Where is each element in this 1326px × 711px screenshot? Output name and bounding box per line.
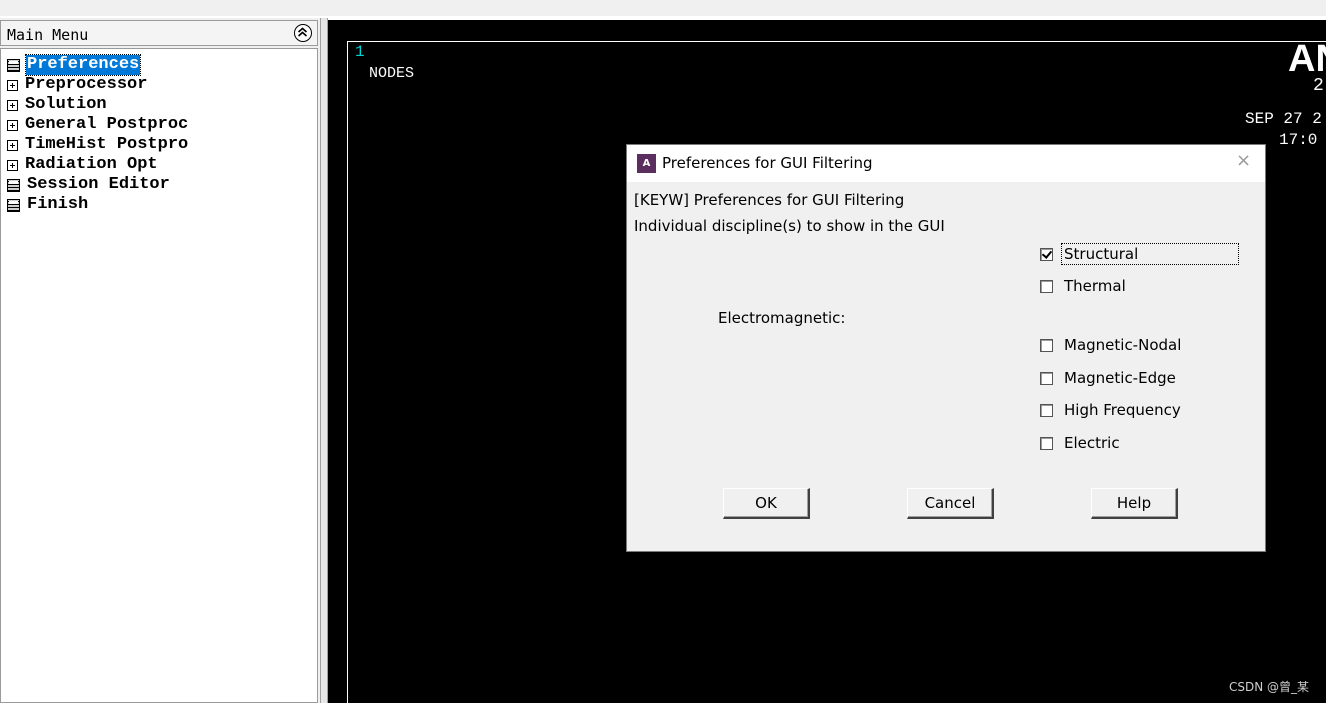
- cancel-button[interactable]: Cancel: [907, 488, 994, 519]
- menu-item-label: Preprocessor: [25, 75, 148, 94]
- ansys-logo-text: AN: [1288, 38, 1326, 80]
- menu-item-label: Finish: [27, 195, 89, 214]
- thermal-checkbox[interactable]: [1040, 279, 1053, 293]
- menu-item-solution[interactable]: Solution: [7, 95, 108, 115]
- option-label: Structural: [1061, 243, 1239, 265]
- option-magnetic-nodal[interactable]: Magnetic-Nodal: [1040, 334, 1183, 356]
- menu-item-preprocessor[interactable]: Preprocessor: [7, 75, 148, 95]
- menu-item-session-editor[interactable]: Session Editor: [7, 175, 171, 195]
- menu-item-timehist-postpro[interactable]: TimeHist Postpro: [7, 135, 189, 155]
- option-structural[interactable]: Structural: [1040, 243, 1239, 265]
- option-electric[interactable]: Electric: [1040, 432, 1122, 454]
- watermark: CSDN @曾_某: [1229, 680, 1310, 694]
- preferences-dialog: A Preferences for GUI Filtering × [KEYW]…: [627, 145, 1265, 551]
- main-menu-panel: Main Menu Preferences Preprocessor Solut…: [0, 18, 320, 703]
- dialog-title: Preferences for GUI Filtering: [662, 154, 873, 172]
- help-button[interactable]: Help: [1091, 488, 1178, 519]
- dialog-subheading: Individual discipline(s) to show in the …: [634, 217, 945, 235]
- time-text: 17:0: [1279, 131, 1318, 149]
- expand-plus-icon[interactable]: [7, 139, 18, 151]
- ok-button[interactable]: OK: [723, 488, 810, 519]
- option-high-frequency[interactable]: High Frequency: [1040, 399, 1183, 421]
- option-label: Magnetic-Nodal: [1064, 336, 1182, 354]
- window-number: 1: [355, 43, 365, 61]
- panel-splitter[interactable]: [320, 18, 328, 703]
- expand-plus-icon[interactable]: [7, 159, 18, 171]
- collapse-up-icon[interactable]: [294, 24, 312, 42]
- main-menu-header: Main Menu: [0, 20, 318, 46]
- menu-item-general-postproc[interactable]: General Postproc: [7, 115, 189, 135]
- option-label: Thermal: [1064, 277, 1126, 295]
- electromagnetic-group-label: Electromagnetic:: [718, 309, 846, 327]
- high-frequency-checkbox[interactable]: [1040, 403, 1053, 417]
- dialog-titlebar[interactable]: A Preferences for GUI Filtering ×: [627, 145, 1265, 182]
- menu-item-preferences[interactable]: Preferences: [7, 54, 142, 76]
- option-label: High Frequency: [1064, 401, 1181, 419]
- option-magnetic-edge[interactable]: Magnetic-Edge: [1040, 367, 1178, 389]
- expand-plus-icon[interactable]: [7, 99, 18, 111]
- menu-item-label: TimeHist Postpro: [25, 135, 189, 154]
- calculator-icon: [7, 178, 20, 192]
- option-label: Electric: [1064, 434, 1120, 452]
- plot-label: NODES: [369, 65, 415, 82]
- structural-checkbox[interactable]: [1040, 247, 1053, 261]
- expand-plus-icon[interactable]: [7, 79, 18, 91]
- dialog-heading: [KEYW] Preferences for GUI Filtering: [634, 191, 905, 209]
- calculator-icon: [7, 58, 20, 72]
- main-menu-title: Main Menu: [7, 26, 89, 44]
- menu-item-label: Session Editor: [27, 175, 170, 194]
- calculator-icon: [7, 198, 20, 212]
- ansys-app-icon: A: [637, 154, 656, 173]
- option-thermal[interactable]: Thermal: [1040, 275, 1128, 297]
- version-text: 2(: [1313, 76, 1326, 96]
- close-icon[interactable]: ×: [1236, 152, 1251, 170]
- date-text: SEP 27 2: [1245, 110, 1322, 128]
- magnetic-nodal-checkbox[interactable]: [1040, 338, 1053, 352]
- menu-item-label: Solution: [25, 95, 107, 114]
- menu-item-finish[interactable]: Finish: [7, 195, 89, 215]
- expand-plus-icon[interactable]: [7, 119, 18, 131]
- option-label: Magnetic-Edge: [1064, 369, 1176, 387]
- menu-item-label: Radiation Opt: [25, 155, 158, 174]
- top-toolbar-strip: [0, 0, 1326, 17]
- menu-item-label: General Postproc: [25, 115, 189, 134]
- electric-checkbox[interactable]: [1040, 436, 1053, 450]
- magnetic-edge-checkbox[interactable]: [1040, 371, 1053, 385]
- menu-item-label: Preferences: [24, 54, 142, 76]
- menu-item-radiation-opt[interactable]: Radiation Opt: [7, 155, 159, 175]
- main-menu-tree: Preferences Preprocessor Solution Genera…: [0, 48, 318, 703]
